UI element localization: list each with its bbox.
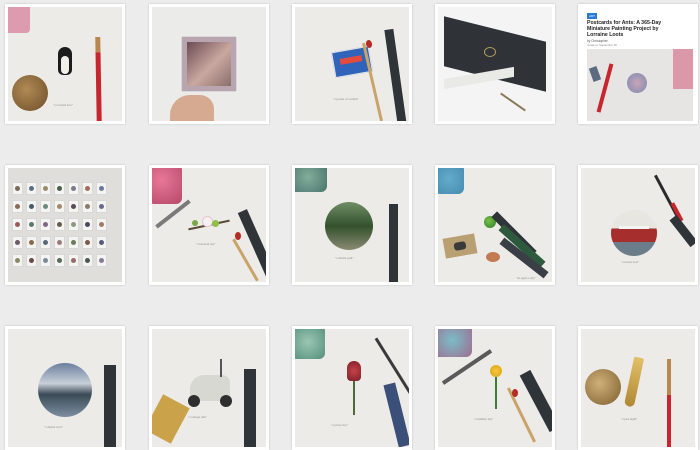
- grid-item-blossom[interactable]: "a blossom day": [149, 165, 269, 285]
- blog-title: Postcards for Ants: A 365-Day Miniature …: [587, 20, 662, 38]
- coin: [585, 369, 621, 405]
- pencil: [383, 382, 409, 447]
- grid-item-flower[interactable]: "a summer day": [435, 326, 555, 450]
- pencil: [244, 369, 256, 447]
- grid-item-protea[interactable]: "a protea day": [292, 326, 412, 450]
- miniature-collection: [12, 182, 120, 270]
- polaroid-photo: [152, 7, 266, 121]
- saxophone: [623, 356, 645, 408]
- grid-item-book[interactable]: [435, 4, 555, 124]
- paint-palette: [152, 394, 190, 444]
- tile-caption: "a blossom day": [196, 242, 216, 246]
- rescue-boat-circle: [611, 210, 657, 256]
- tile-caption: "a pocket of warmth": [333, 97, 359, 101]
- grid-item-saxophone[interactable]: "a jazz night": [578, 326, 698, 450]
- grid-item-sea[interactable]: "a distant view": [5, 326, 125, 450]
- book-logo: [484, 47, 496, 57]
- grid-item-polaroid[interactable]: [149, 4, 269, 124]
- apple-painting: "an apple a day": [438, 168, 552, 282]
- tile-caption: "a protea day": [331, 423, 349, 427]
- forest-path-circle: [325, 202, 373, 250]
- sea-painting: "a distant view": [8, 329, 122, 447]
- coin: [12, 75, 48, 111]
- tile-caption: "a jazz night": [621, 417, 638, 421]
- paintbrush: [667, 359, 671, 447]
- boat-painting: "a rescue boat": [581, 168, 695, 282]
- protea-flower: [347, 361, 361, 381]
- grid-item-matchbox[interactable]: "a pocket of warmth": [292, 4, 412, 124]
- tile-caption: "a distant view": [44, 425, 64, 429]
- scooter-painting: "a vintage ride": [152, 329, 266, 447]
- penguin-painting: "a colonial love": [8, 7, 122, 121]
- tile-caption: "a colonial love": [53, 103, 74, 107]
- forest-painting: "a distant path": [295, 168, 409, 282]
- paintbrush: [95, 36, 102, 121]
- grid-item-boat[interactable]: "a rescue boat": [578, 165, 698, 285]
- yellow-flower: [490, 365, 502, 377]
- grid-item-forest[interactable]: "a distant path": [292, 165, 412, 285]
- flower-painting: "a summer day": [438, 329, 552, 447]
- grid-item-scooter[interactable]: "a vintage ride": [149, 326, 269, 450]
- book-photo: [438, 7, 552, 121]
- blog-date: Jonas on September 18: [587, 43, 617, 47]
- protea-painting: "a protea day": [295, 329, 409, 447]
- blog-post-preview: ART Postcards for Ants: A 365-Day Miniat…: [581, 7, 695, 121]
- pencil: [104, 365, 116, 447]
- grid-item-apple[interactable]: "an apple a day": [435, 165, 555, 285]
- grid-item-blog-post[interactable]: ART Postcards for Ants: A 365-Day Miniat…: [578, 4, 698, 124]
- pencil-shaving: [486, 252, 500, 262]
- grid-item-collection-grid[interactable]: [5, 165, 125, 285]
- saxophone-painting: "a jazz night": [581, 329, 695, 447]
- blossom-painting: "a blossom day": [152, 168, 266, 282]
- tile-caption: "a summer day": [474, 417, 494, 421]
- tile-caption: "a distant path": [335, 256, 354, 260]
- matchbox-painting: "a pocket of warmth": [295, 7, 409, 121]
- pencil: [384, 28, 407, 121]
- collection-grid-photo: [8, 168, 122, 282]
- tile-caption: "an apple a day": [516, 276, 536, 280]
- match-stick: [362, 42, 383, 121]
- hand: [170, 95, 214, 121]
- image-grid: "a colonial love" "a pocket of warmth" A…: [0, 0, 700, 450]
- tile-caption: "a vintage ride": [188, 415, 207, 419]
- blog-category-tag: ART: [587, 13, 597, 19]
- pencil: [389, 204, 398, 282]
- sea-view-circle: [38, 363, 92, 417]
- grid-item-penguin[interactable]: "a colonial love": [5, 4, 125, 124]
- tile-caption: "a rescue boat": [621, 260, 640, 264]
